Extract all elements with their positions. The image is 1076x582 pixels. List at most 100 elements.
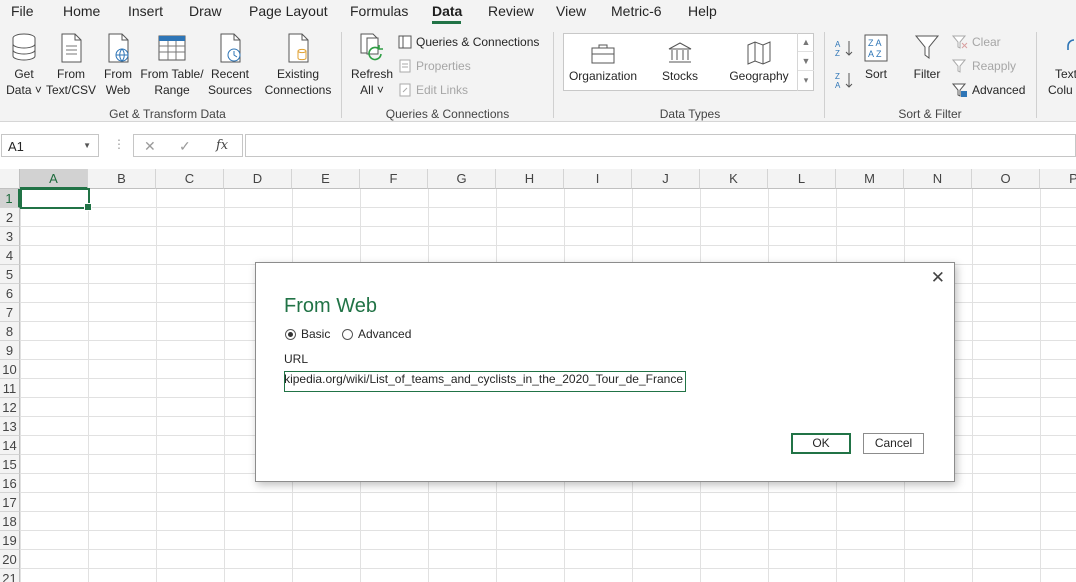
from-web-button[interactable]: From Web: [100, 32, 136, 98]
from-table-range-button[interactable]: From Table/ Range: [140, 32, 204, 98]
column-header-b[interactable]: B: [88, 169, 156, 189]
text-file-icon: [61, 33, 82, 63]
row-header-8[interactable]: 8: [0, 322, 20, 341]
radio-advanced[interactable]: Advanced: [342, 327, 411, 341]
column-header-o[interactable]: O: [972, 169, 1040, 189]
get-data-button[interactable]: Get Data ˅: [4, 32, 44, 98]
row-header-20[interactable]: 20: [0, 550, 20, 569]
chevron-up-icon[interactable]: ▲: [798, 33, 814, 52]
cancel-button[interactable]: Cancel: [863, 433, 924, 454]
column-header-d[interactable]: D: [224, 169, 292, 189]
row-header-11[interactable]: 11: [0, 379, 20, 398]
row-header-9[interactable]: 9: [0, 341, 20, 360]
chevron-down-icon[interactable]: ▼: [798, 52, 814, 71]
data-types-scroll[interactable]: ▲ ▼ ▾: [797, 33, 814, 91]
formula-input[interactable]: [245, 134, 1076, 157]
row-header-17[interactable]: 17: [0, 493, 20, 512]
row-header-1[interactable]: 1: [0, 189, 20, 208]
recent-sources-button[interactable]: Recent Sources: [206, 32, 254, 98]
column-header-f[interactable]: F: [360, 169, 428, 189]
column-header-i[interactable]: I: [564, 169, 632, 189]
radio-basic-indicator[interactable]: [285, 328, 296, 340]
column-header-c[interactable]: C: [156, 169, 224, 189]
edit-links-button[interactable]: Edit Links: [398, 82, 468, 98]
tab-file[interactable]: File: [11, 3, 34, 19]
sort-a-z-button[interactable]: AZ: [834, 38, 858, 58]
column-header-p[interactable]: P: [1040, 169, 1076, 189]
row-header-5[interactable]: 5: [0, 265, 20, 284]
svg-text:Z A: Z A: [868, 38, 882, 48]
reapply-button[interactable]: Reapply: [952, 58, 1016, 74]
url-input[interactable]: https://en.wikipedia.org/wiki/List_of_te…: [284, 371, 686, 392]
group-separator: [1036, 32, 1037, 118]
radio-basic[interactable]: Basic: [285, 327, 330, 341]
tab-insert[interactable]: Insert: [128, 3, 163, 19]
chevron-down-icon[interactable]: ▼: [83, 141, 91, 150]
column-header-n[interactable]: N: [904, 169, 972, 189]
sort-button[interactable]: Z AA Z Sort: [858, 32, 894, 82]
from-text-csv-button[interactable]: From Text/CSV: [46, 32, 96, 98]
advanced-filter-button[interactable]: Advanced: [952, 82, 1025, 98]
sort-z-a-button[interactable]: ZA: [834, 70, 858, 90]
geography-data-type[interactable]: Geography: [724, 40, 794, 83]
row-header-10[interactable]: 10: [0, 360, 20, 379]
active-cell-a1[interactable]: [20, 188, 92, 211]
filter-button[interactable]: Filter: [908, 32, 946, 82]
organization-data-type[interactable]: Organization: [568, 40, 638, 83]
column-header-g[interactable]: G: [428, 169, 496, 189]
properties-button[interactable]: Properties: [398, 58, 471, 74]
close-icon[interactable]: ✕: [931, 268, 945, 288]
excel-window: File Home Insert Draw Page Layout Formul…: [0, 0, 1076, 582]
svg-text:A Z: A Z: [868, 49, 882, 59]
stocks-data-type[interactable]: Stocks: [652, 40, 708, 83]
column-header-a[interactable]: A: [20, 169, 88, 189]
row-header-19[interactable]: 19: [0, 531, 20, 550]
column-header-j[interactable]: J: [632, 169, 700, 189]
web-file-icon: [108, 33, 129, 63]
radio-advanced-indicator[interactable]: [342, 328, 353, 340]
tab-data[interactable]: Data: [432, 3, 462, 19]
row-header-13[interactable]: 13: [0, 417, 20, 436]
tab-help[interactable]: Help: [688, 3, 717, 19]
tab-formulas[interactable]: Formulas: [350, 3, 408, 19]
refresh-all-button[interactable]: Refresh All ˅: [350, 32, 394, 98]
group-separator: [553, 32, 554, 118]
row-header-18[interactable]: 18: [0, 512, 20, 531]
column-header-h[interactable]: H: [496, 169, 564, 189]
clear-filter-button[interactable]: Clear: [952, 34, 1001, 50]
row-header-14[interactable]: 14: [0, 436, 20, 455]
more-icon[interactable]: ▾: [798, 71, 814, 90]
text-to-columns-button[interactable]: Text Colu: [1046, 32, 1076, 98]
insert-function-icon[interactable]: fx: [216, 138, 228, 153]
tab-home[interactable]: Home: [63, 3, 100, 19]
name-box[interactable]: A1 ▼: [1, 134, 99, 157]
queries-connections-button[interactable]: Queries & Connections: [398, 34, 539, 50]
row-header-16[interactable]: 16: [0, 474, 20, 493]
cancel-icon[interactable]: ✕: [144, 138, 156, 155]
column-header-m[interactable]: M: [836, 169, 904, 189]
row-header-7[interactable]: 7: [0, 303, 20, 322]
column-header-l[interactable]: L: [768, 169, 836, 189]
row-header-6[interactable]: 6: [0, 284, 20, 303]
existing-connections-label-1: Existing: [276, 67, 320, 81]
ok-button[interactable]: OK: [791, 433, 851, 454]
existing-connections-button[interactable]: Existing Connections: [262, 32, 334, 98]
row-header-15[interactable]: 15: [0, 455, 20, 474]
row-header-12[interactable]: 12: [0, 398, 20, 417]
column-header-e[interactable]: E: [292, 169, 360, 189]
queries-connections-label: Queries & Connections: [416, 35, 540, 49]
tab-metric-6[interactable]: Metric-6: [611, 3, 662, 19]
tab-review[interactable]: Review: [488, 3, 534, 19]
drag-handle-icon[interactable]: ⋮: [113, 137, 125, 151]
tab-view[interactable]: View: [556, 3, 586, 19]
tab-page-layout[interactable]: Page Layout: [249, 3, 328, 19]
tab-draw[interactable]: Draw: [189, 3, 222, 19]
row-header-3[interactable]: 3: [0, 227, 20, 246]
row-header-21[interactable]: 21: [0, 569, 20, 582]
group-separator: [341, 32, 342, 118]
column-header-k[interactable]: K: [700, 169, 768, 189]
select-all-corner[interactable]: [0, 169, 20, 189]
check-icon[interactable]: ✓: [179, 138, 191, 155]
row-header-4[interactable]: 4: [0, 246, 20, 265]
row-header-2[interactable]: 2: [0, 208, 20, 227]
